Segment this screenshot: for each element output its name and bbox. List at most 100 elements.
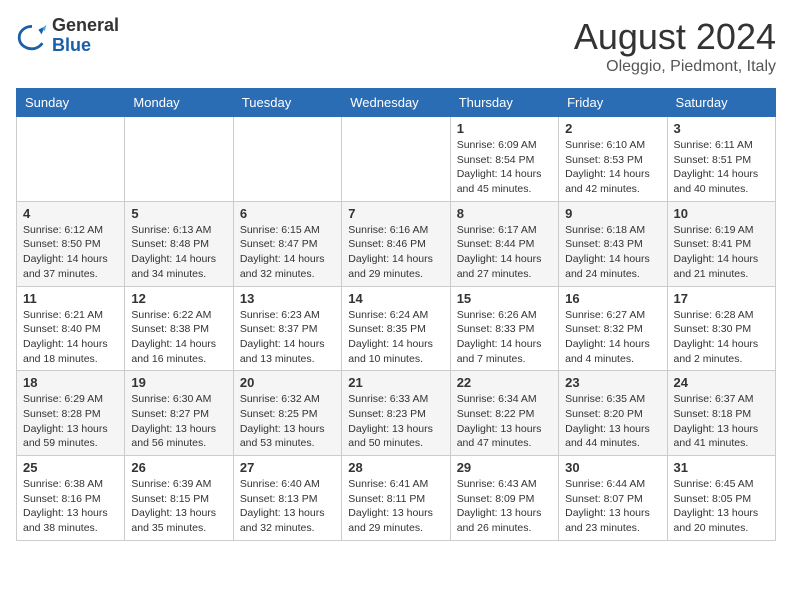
weekday-header-row: SundayMondayTuesdayWednesdayThursdayFrid… xyxy=(17,89,776,117)
calendar-cell: 7Sunrise: 6:16 AMSunset: 8:46 PMDaylight… xyxy=(342,201,450,286)
day-number: 29 xyxy=(457,460,552,475)
calendar-cell: 14 Sunrise: 6:24 AMSunset: 8:35 PMDayligh… xyxy=(342,286,450,371)
calendar-cell xyxy=(125,117,233,202)
calendar-cell: 15 Sunrise: 6:26 AMSunset: 8:33 PMDayligh… xyxy=(450,286,558,371)
calendar-cell: 13 Sunrise: 6:23 AMSunset: 8:37 PMDayligh… xyxy=(233,286,341,371)
day-number: 17 xyxy=(674,291,769,306)
calendar-cell: 29Sunrise: 6:43 AMSunset: 8:09 PMDayligh… xyxy=(450,456,558,541)
day-info: Sunrise: 6:30 AMSunset: 8:27 PMDaylight:… xyxy=(131,392,226,451)
title-block: August 2024 Oleggio, Piedmont, Italy xyxy=(574,16,776,76)
day-info: Sunrise: 6:19 AMSunset: 8:41 PMDaylight:… xyxy=(674,223,769,282)
calendar-cell: 10Sunrise: 6:19 AMSunset: 8:41 PMDayligh… xyxy=(667,201,775,286)
calendar-week-row: 18 Sunrise: 6:29 AMSunset: 8:28 PMDayligh… xyxy=(17,371,776,456)
calendar-cell: 26 Sunrise: 6:39 AMSunset: 8:15 PMDayligh… xyxy=(125,456,233,541)
calendar-cell: 11 Sunrise: 6:21 AMSunset: 8:40 PMDayligh… xyxy=(17,286,125,371)
calendar-week-row: 25Sunrise: 6:38 AMSunset: 8:16 PMDayligh… xyxy=(17,456,776,541)
day-number: 12 xyxy=(131,291,226,306)
location: Oleggio, Piedmont, Italy xyxy=(574,58,776,76)
logo-blue-text: Blue xyxy=(52,35,91,55)
calendar-cell: 31 Sunrise: 6:45 AMSunset: 8:05 PMDayligh… xyxy=(667,456,775,541)
day-number: 19 xyxy=(131,375,226,390)
calendar-cell: 3 Sunrise: 6:11 AMSunset: 8:51 PMDaylight… xyxy=(667,117,775,202)
day-number: 27 xyxy=(240,460,335,475)
day-number: 31 xyxy=(674,460,769,475)
day-info: Sunrise: 6:10 AMSunset: 8:53 PMDaylight:… xyxy=(565,138,660,197)
day-number: 5 xyxy=(131,206,226,221)
day-info: Sunrise: 6:16 AMSunset: 8:46 PMDaylight:… xyxy=(348,223,443,282)
day-info: Sunrise: 6:37 AMSunset: 8:18 PMDaylight:… xyxy=(674,392,769,451)
weekday-header-wednesday: Wednesday xyxy=(342,89,450,117)
day-info: Sunrise: 6:28 AMSunset: 8:30 PMDaylight:… xyxy=(674,308,769,367)
day-number: 3 xyxy=(674,121,769,136)
day-number: 22 xyxy=(457,375,552,390)
day-info: Sunrise: 6:45 AMSunset: 8:05 PMDaylight:… xyxy=(674,477,769,536)
day-info: Sunrise: 6:26 AMSunset: 8:33 PMDaylight:… xyxy=(457,308,552,367)
day-number: 4 xyxy=(23,206,118,221)
calendar-cell: 30 Sunrise: 6:44 AMSunset: 8:07 PMDayligh… xyxy=(559,456,667,541)
month-title: August 2024 xyxy=(574,16,776,58)
day-number: 15 xyxy=(457,291,552,306)
day-info: Sunrise: 6:24 AMSunset: 8:35 PMDaylight:… xyxy=(348,308,443,367)
day-info: Sunrise: 6:17 AMSunset: 8:44 PMDaylight:… xyxy=(457,223,552,282)
day-number: 20 xyxy=(240,375,335,390)
day-info: Sunrise: 6:21 AMSunset: 8:40 PMDaylight:… xyxy=(23,308,118,367)
day-number: 13 xyxy=(240,291,335,306)
calendar-cell: 25Sunrise: 6:38 AMSunset: 8:16 PMDayligh… xyxy=(17,456,125,541)
calendar-cell: 5 Sunrise: 6:13 AMSunset: 8:48 PMDaylight… xyxy=(125,201,233,286)
calendar-cell: 6Sunrise: 6:15 AMSunset: 8:47 PMDaylight… xyxy=(233,201,341,286)
day-info: Sunrise: 6:35 AMSunset: 8:20 PMDaylight:… xyxy=(565,392,660,451)
calendar-cell: 24Sunrise: 6:37 AMSunset: 8:18 PMDayligh… xyxy=(667,371,775,456)
calendar-cell: 17 Sunrise: 6:28 AMSunset: 8:30 PMDayligh… xyxy=(667,286,775,371)
day-info: Sunrise: 6:23 AMSunset: 8:37 PMDaylight:… xyxy=(240,308,335,367)
day-info: Sunrise: 6:40 AMSunset: 8:13 PMDaylight:… xyxy=(240,477,335,536)
calendar-cell: 9Sunrise: 6:18 AMSunset: 8:43 PMDaylight… xyxy=(559,201,667,286)
calendar-cell: 2 Sunrise: 6:10 AMSunset: 8:53 PMDaylight… xyxy=(559,117,667,202)
weekday-header-sunday: Sunday xyxy=(17,89,125,117)
calendar-cell: 18 Sunrise: 6:29 AMSunset: 8:28 PMDayligh… xyxy=(17,371,125,456)
calendar-cell: 16Sunrise: 6:27 AMSunset: 8:32 PMDayligh… xyxy=(559,286,667,371)
day-number: 6 xyxy=(240,206,335,221)
calendar-table: SundayMondayTuesdayWednesdayThursdayFrid… xyxy=(16,88,776,541)
day-number: 9 xyxy=(565,206,660,221)
weekday-header-monday: Monday xyxy=(125,89,233,117)
calendar-cell: 22 Sunrise: 6:34 AMSunset: 8:22 PMDayligh… xyxy=(450,371,558,456)
calendar-cell: 8Sunrise: 6:17 AMSunset: 8:44 PMDaylight… xyxy=(450,201,558,286)
day-number: 14 xyxy=(348,291,443,306)
day-number: 26 xyxy=(131,460,226,475)
day-number: 25 xyxy=(23,460,118,475)
calendar-cell: 21 Sunrise: 6:33 AMSunset: 8:23 PMDayligh… xyxy=(342,371,450,456)
calendar-cell: 12Sunrise: 6:22 AMSunset: 8:38 PMDayligh… xyxy=(125,286,233,371)
day-number: 16 xyxy=(565,291,660,306)
day-info: Sunrise: 6:33 AMSunset: 8:23 PMDaylight:… xyxy=(348,392,443,451)
day-info: Sunrise: 6:13 AMSunset: 8:48 PMDaylight:… xyxy=(131,223,226,282)
calendar-cell: 1 Sunrise: 6:09 AMSunset: 8:54 PMDaylight… xyxy=(450,117,558,202)
day-info: Sunrise: 6:39 AMSunset: 8:15 PMDaylight:… xyxy=(131,477,226,536)
day-info: Sunrise: 6:29 AMSunset: 8:28 PMDaylight:… xyxy=(23,392,118,451)
calendar-cell xyxy=(342,117,450,202)
day-number: 18 xyxy=(23,375,118,390)
weekday-header-friday: Friday xyxy=(559,89,667,117)
logo-general-text: General xyxy=(52,15,119,35)
day-number: 21 xyxy=(348,375,443,390)
day-number: 1 xyxy=(457,121,552,136)
calendar-cell xyxy=(17,117,125,202)
day-info: Sunrise: 6:44 AMSunset: 8:07 PMDaylight:… xyxy=(565,477,660,536)
day-info: Sunrise: 6:34 AMSunset: 8:22 PMDaylight:… xyxy=(457,392,552,451)
day-info: Sunrise: 6:11 AMSunset: 8:51 PMDaylight:… xyxy=(674,138,769,197)
calendar-week-row: 1 Sunrise: 6:09 AMSunset: 8:54 PMDaylight… xyxy=(17,117,776,202)
day-number: 28 xyxy=(348,460,443,475)
day-number: 2 xyxy=(565,121,660,136)
calendar-cell: 27 Sunrise: 6:40 AMSunset: 8:13 PMDayligh… xyxy=(233,456,341,541)
calendar-cell: 19 Sunrise: 6:30 AMSunset: 8:27 PMDayligh… xyxy=(125,371,233,456)
day-number: 23 xyxy=(565,375,660,390)
day-number: 11 xyxy=(23,291,118,306)
day-number: 30 xyxy=(565,460,660,475)
day-info: Sunrise: 6:09 AMSunset: 8:54 PMDaylight:… xyxy=(457,138,552,197)
calendar-cell xyxy=(233,117,341,202)
calendar-cell: 4Sunrise: 6:12 AMSunset: 8:50 PMDaylight… xyxy=(17,201,125,286)
day-info: Sunrise: 6:32 AMSunset: 8:25 PMDaylight:… xyxy=(240,392,335,451)
calendar-cell: 23 Sunrise: 6:35 AMSunset: 8:20 PMDayligh… xyxy=(559,371,667,456)
page-header: General Blue August 2024 Oleggio, Piedmo… xyxy=(16,16,776,76)
calendar-cell: 28Sunrise: 6:41 AMSunset: 8:11 PMDayligh… xyxy=(342,456,450,541)
logo: General Blue xyxy=(16,16,119,56)
